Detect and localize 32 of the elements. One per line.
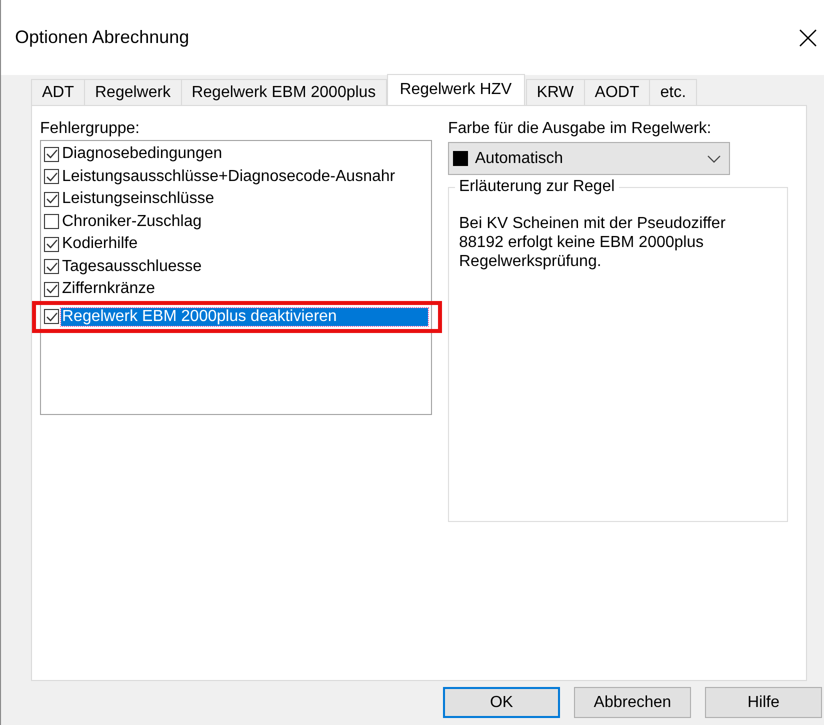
checkbox[interactable] [44, 259, 59, 274]
checkbox[interactable] [44, 192, 59, 207]
close-icon[interactable] [798, 28, 818, 48]
checkbox[interactable] [44, 169, 59, 184]
list-item[interactable]: Leistungsausschlüsse+Diagnosecode-Ausnahr [61, 168, 396, 186]
dialog-button[interactable]: OK [443, 687, 560, 718]
list-label: Fehlergruppe: [40, 120, 141, 139]
checkbox[interactable] [44, 146, 59, 162]
window-title: Optionen Abrechnung [15, 27, 190, 48]
checkbox[interactable] [44, 236, 59, 252]
list-item[interactable]: Regelwerk EBM 2000plus deaktivieren [61, 308, 428, 326]
explanation-text: Bei KV Scheinen mit der Pseudoziffer 88192 erfolgt keine EBM 2000plus Regelwerksprüfung. [459, 214, 727, 271]
checkbox[interactable] [44, 309, 59, 324]
color-label: Farbe für die Ausgabe im Regelwerk: [448, 120, 712, 139]
color-dropdown[interactable]: Automatisch [448, 142, 730, 175]
list-item[interactable]: Chroniker-Zuschlag [61, 212, 203, 231]
list-item[interactable]: Diagnosebedingungen [61, 145, 224, 164]
list-item[interactable]: Kodierhilfe [61, 235, 139, 254]
tab[interactable]: ADT [31, 79, 85, 105]
list-item[interactable]: Leistungseinschlüsse [61, 190, 216, 208]
caret-icon [707, 154, 721, 162]
tab[interactable]: Regelwerk HZV [386, 74, 525, 105]
dialog-button[interactable]: Abbrechen [574, 687, 691, 718]
list-item[interactable]: Ziffernkränze [61, 280, 156, 298]
checkbox[interactable] [44, 214, 59, 230]
group-title: Erläuterung zur Regel [455, 178, 619, 196]
tab[interactable]: etc. [649, 79, 698, 105]
tab[interactable]: Regelwerk EBM 2000plus [180, 79, 387, 105]
tab[interactable]: KRW [526, 79, 585, 105]
list-item[interactable]: Tagesausschluesse [61, 258, 203, 276]
dialog-button[interactable]: Hilfe [705, 687, 822, 718]
checkbox[interactable] [44, 282, 59, 297]
